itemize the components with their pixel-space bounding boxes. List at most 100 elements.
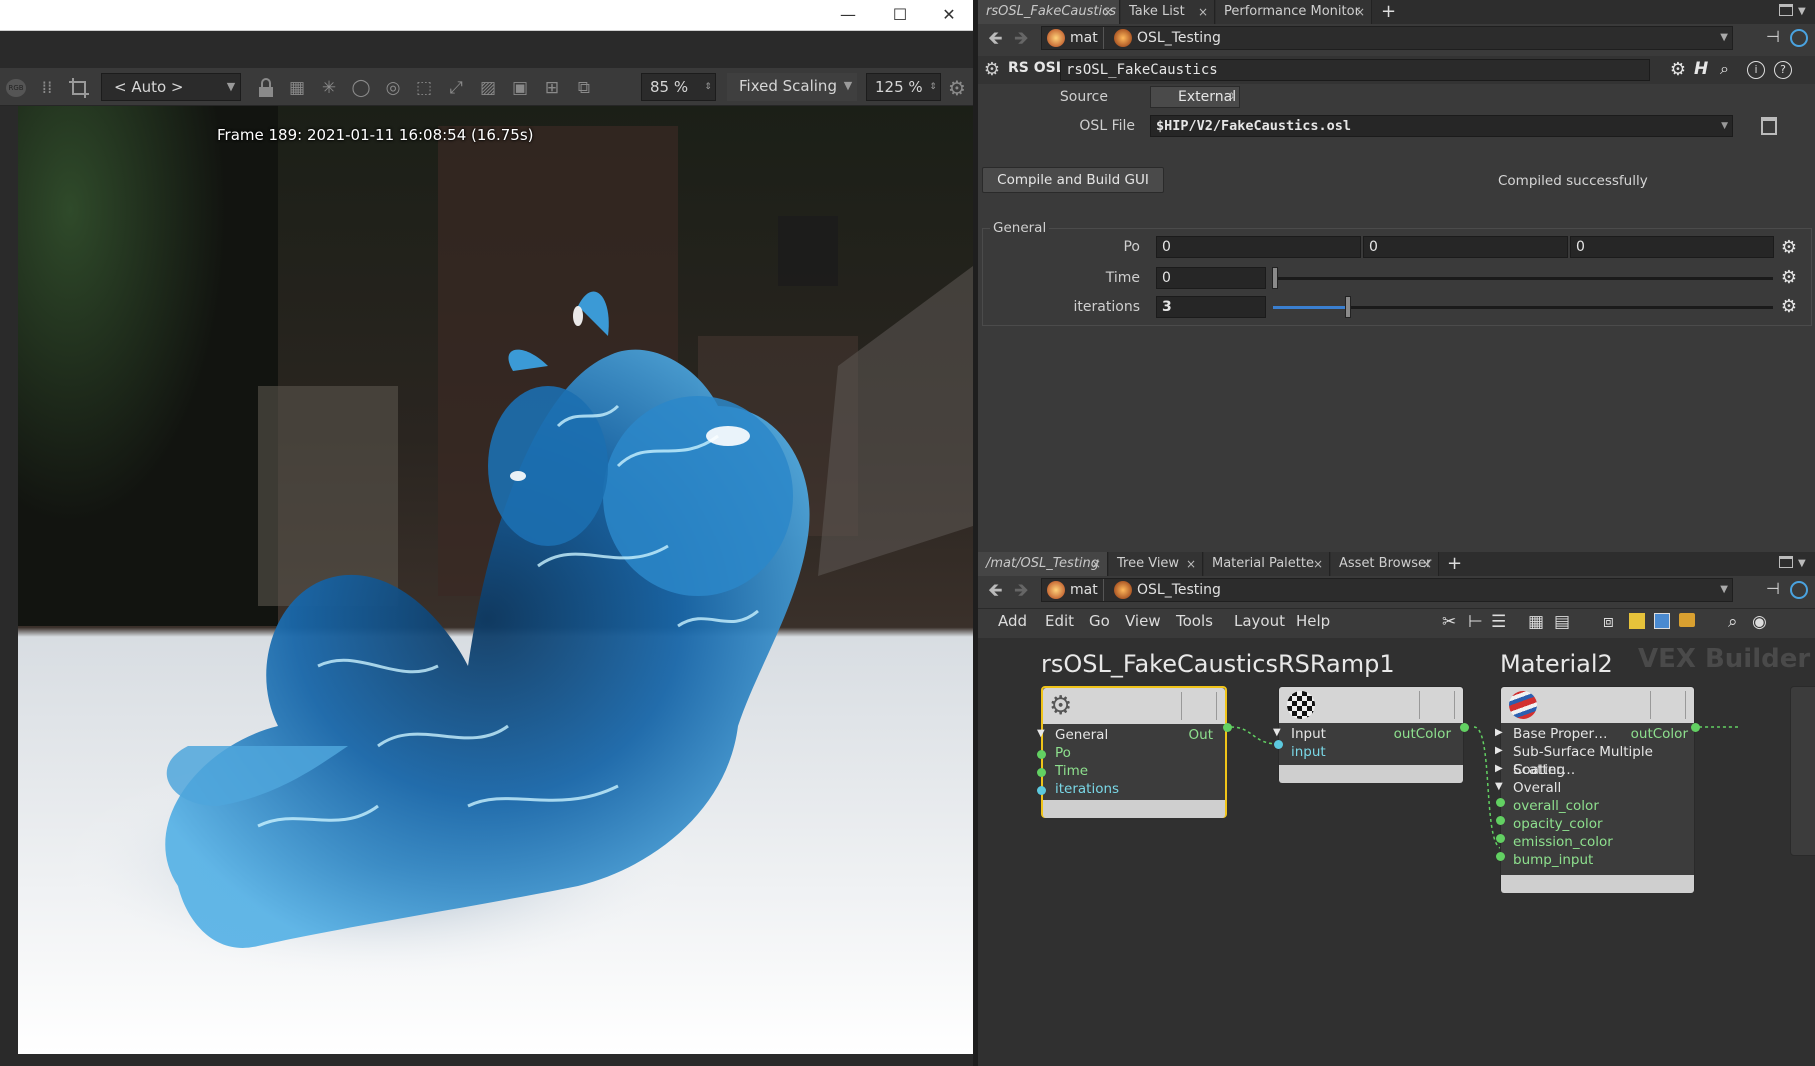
tab-take-list[interactable]: Take List × [1121,0,1215,24]
close-tab-icon[interactable]: × [1186,552,1196,576]
node-title-ramp[interactable]: RSRamp1 [1278,650,1395,678]
tab-rsosl-fakecaustics[interactable]: rsOSL_FakeCaustics × [978,0,1120,24]
camera-icon[interactable]: ◉ [1752,612,1767,632]
close-tab-icon[interactable]: × [1313,552,1323,576]
list-icon[interactable]: ☰ [1491,612,1506,632]
tab-asset-browser[interactable]: Asset Browser × [1331,552,1439,576]
maximize-pane-icon[interactable] [1779,4,1793,16]
compile-build-gui-button[interactable]: Compile and Build GUI [982,167,1164,193]
help-icon[interactable]: ? [1774,61,1792,79]
input-port-opacity-color[interactable] [1496,816,1505,825]
input-port-input[interactable] [1274,740,1283,749]
expand-triangle-icon[interactable]: ▼ [1273,727,1281,738]
snowflake-icon[interactable]: ✳ [318,77,340,99]
time-slider-track[interactable] [1273,277,1773,280]
node-graph-canvas[interactable]: VEX Builder rsOSL_FakeCaustics ⚙ ▼ Gener… [978,638,1815,1066]
output-port-out[interactable] [1223,723,1232,732]
menu-help[interactable]: Help [1296,609,1330,633]
path-breadcrumb[interactable]: mat OSL_Testing ▼ [1041,578,1733,602]
maximize-pane-icon[interactable] [1779,556,1793,568]
close-button[interactable]: ✕ [935,4,963,26]
node-name-field[interactable]: rsOSL_FakeCaustics [1060,59,1650,81]
region-icon[interactable]: ⬚ [413,77,435,99]
spinner-icon[interactable]: ⇕ [701,74,715,100]
source-dropdown[interactable]: External ⇕ [1150,86,1240,108]
back-arrow-icon[interactable]: 🡸 [988,578,1003,608]
expand-triangle-icon[interactable]: ▶ [1495,727,1503,738]
po-x-field[interactable]: 0 [1156,236,1361,258]
chevron-down-icon[interactable]: ▼ [1720,579,1728,601]
forward-arrow-icon[interactable]: 🡺 [1014,26,1029,56]
pin-icon[interactable]: ⊣ [1766,27,1780,46]
network-box-icon[interactable]: ⧈ [1603,612,1614,632]
camera-combo[interactable]: < Auto > ▼ [101,73,241,101]
expand-triangle-icon[interactable]: ▼ [1495,781,1503,792]
osl-file-field[interactable]: $HIP/V2/FakeCaustics.osl ▼ [1150,115,1733,137]
chevron-down-icon[interactable]: ▼ [1720,27,1728,49]
image-icon[interactable] [1654,613,1670,629]
forward-arrow-icon[interactable]: 🡺 [1014,578,1029,608]
tab-mat-osl-testing[interactable]: /mat/OSL_Testing × [978,552,1108,576]
node-flags[interactable] [1181,692,1217,720]
node-title-material[interactable]: Material2 [1500,650,1613,678]
copy-icon[interactable]: ⧉ [573,77,595,99]
output-port-material-outcolor[interactable] [1691,723,1700,732]
link-icon[interactable] [1790,581,1808,599]
pane-menu-icon[interactable]: ▼ [1798,552,1806,576]
input-port-po[interactable] [1037,750,1046,759]
menu-edit[interactable]: Edit [1045,609,1074,633]
expand-triangle-icon[interactable]: ▶ [1495,745,1503,756]
tree-layout-icon[interactable]: ⊢ [1468,612,1483,632]
po-z-field[interactable]: 0 [1570,236,1774,258]
crop-icon[interactable] [68,77,90,99]
list-view-icon[interactable]: ▤ [1554,612,1570,632]
node-rsosl-fakecaustics[interactable]: ⚙ ▼ General Out Po Time iterations [1037,686,1227,818]
path-node[interactable]: OSL_Testing [1137,27,1221,49]
info-icon[interactable]: i [1747,61,1765,79]
spinner-icon[interactable]: ⇕ [926,74,940,100]
tab-material-palette[interactable]: Material Palette × [1204,552,1330,576]
scaling-mode-combo[interactable]: Fixed Scaling ▼ [727,73,857,101]
pin-icon[interactable]: ⊣ [1766,579,1780,598]
zoom-field-1[interactable]: 85 % ⇕ [641,73,716,101]
node-offscreen[interactable] [1790,686,1815,856]
menu-add[interactable]: Add [998,609,1027,633]
render-image[interactable] [18,106,973,1054]
node-material2[interactable]: ▶ Base Proper… outColor ▶ Sub-Surface Mu… [1495,686,1695,893]
expand-triangle-icon[interactable]: ▶ [1495,763,1503,774]
add-snapshot-icon[interactable]: ⊞ [541,77,563,99]
close-tab-icon[interactable]: × [1355,0,1365,24]
wrench-icon[interactable]: ✂ [1442,612,1456,632]
link-icon[interactable] [1790,29,1808,47]
menu-layout[interactable]: Layout [1234,609,1285,633]
node-title-osl[interactable]: rsOSL_FakeCaustics [1041,650,1278,678]
close-tab-icon[interactable]: × [1198,0,1208,24]
tab-tree-view[interactable]: Tree View × [1109,552,1203,576]
file-browse-icon[interactable] [1761,117,1777,135]
zoom-field-2[interactable]: 125 % ⇕ [866,73,941,101]
time-gear-icon[interactable]: ⚙ [1779,268,1799,288]
tab-performance-monitor[interactable]: Performance Monitor × [1216,0,1372,24]
output-port-outcolor[interactable] [1460,723,1469,732]
menu-go[interactable]: Go [1089,609,1110,633]
node-flags[interactable] [1650,691,1686,719]
po-y-field[interactable]: 0 [1363,236,1568,258]
input-port-bump-input[interactable] [1496,852,1505,861]
close-tab-icon[interactable]: × [1422,552,1432,576]
input-port-iterations[interactable] [1037,786,1046,795]
input-port-overall-color[interactable] [1496,798,1505,807]
grid-view-icon[interactable]: ▦ [1528,612,1544,632]
chevron-down-icon[interactable]: ▼ [1721,116,1728,136]
circle-icon[interactable]: ◯ [350,77,372,99]
gear-icon[interactable]: ⚙ [1668,60,1688,80]
close-tab-icon[interactable]: × [1091,552,1101,576]
minimize-button[interactable]: — [834,4,862,26]
iterations-gear-icon[interactable]: ⚙ [1779,297,1799,317]
close-tab-icon[interactable]: × [1103,0,1113,24]
sticky-note-icon[interactable] [1629,613,1645,629]
rgb-channel-icon[interactable]: RGB [6,79,26,97]
iterations-slider-handle[interactable] [1345,296,1351,318]
expand-icon[interactable]: ⤢ [445,77,467,99]
iterations-field[interactable]: 3 [1156,296,1266,318]
folder-icon[interactable] [1679,613,1695,627]
